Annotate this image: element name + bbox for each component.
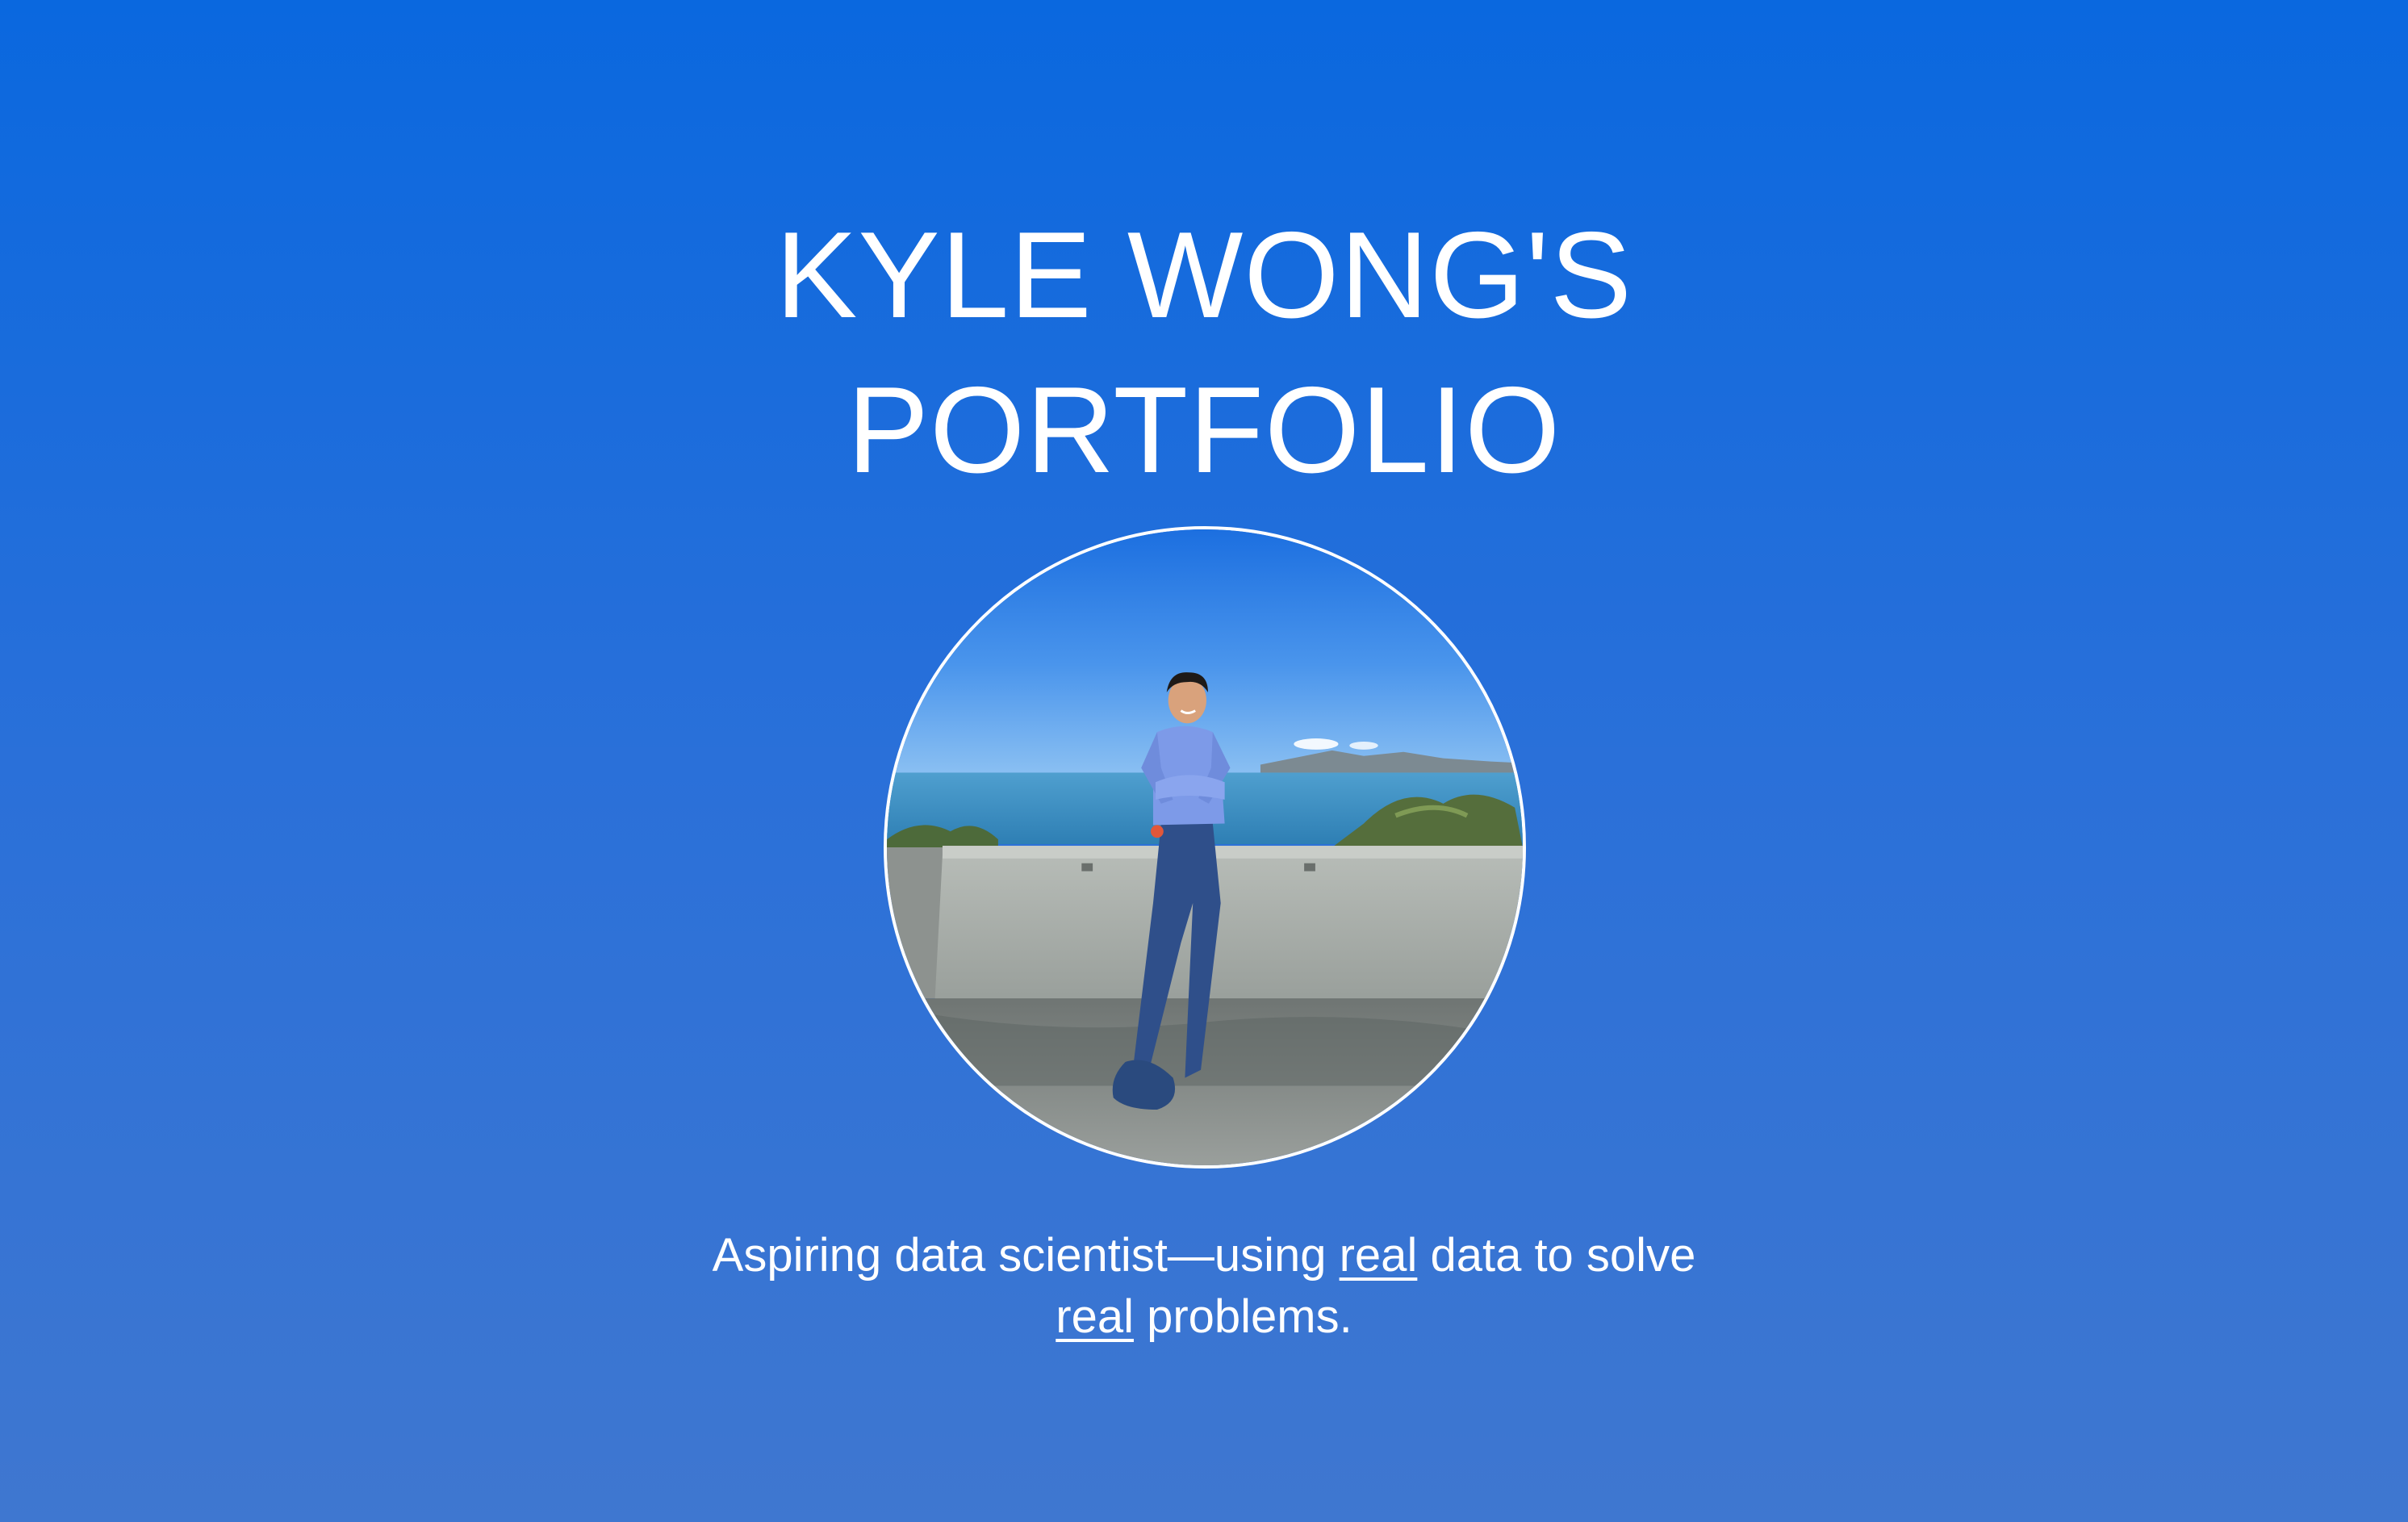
tagline-emphasis-2: real	[1056, 1290, 1134, 1343]
profile-photo	[884, 526, 1526, 1169]
page-title-line-1: KYLE WONG'S	[775, 207, 1633, 344]
tagline-text-2: data to solve	[1417, 1229, 1696, 1282]
page-title-line-2: PORTFOLIO	[847, 362, 1561, 499]
tagline-text-1: Aspiring data scientist—using	[712, 1229, 1340, 1282]
page-title: KYLE WONG'S PORTFOLIO	[0, 198, 2408, 508]
hero-section: KYLE WONG'S PORTFOLIO Aspiring data scie…	[0, 0, 2408, 1522]
tagline-text-3: problems.	[1133, 1290, 1352, 1343]
tagline: Aspiring data scientist—using real data …	[0, 1225, 2408, 1348]
profile-photo-illustration	[887, 529, 1523, 1165]
tagline-emphasis-1: real	[1339, 1229, 1418, 1282]
